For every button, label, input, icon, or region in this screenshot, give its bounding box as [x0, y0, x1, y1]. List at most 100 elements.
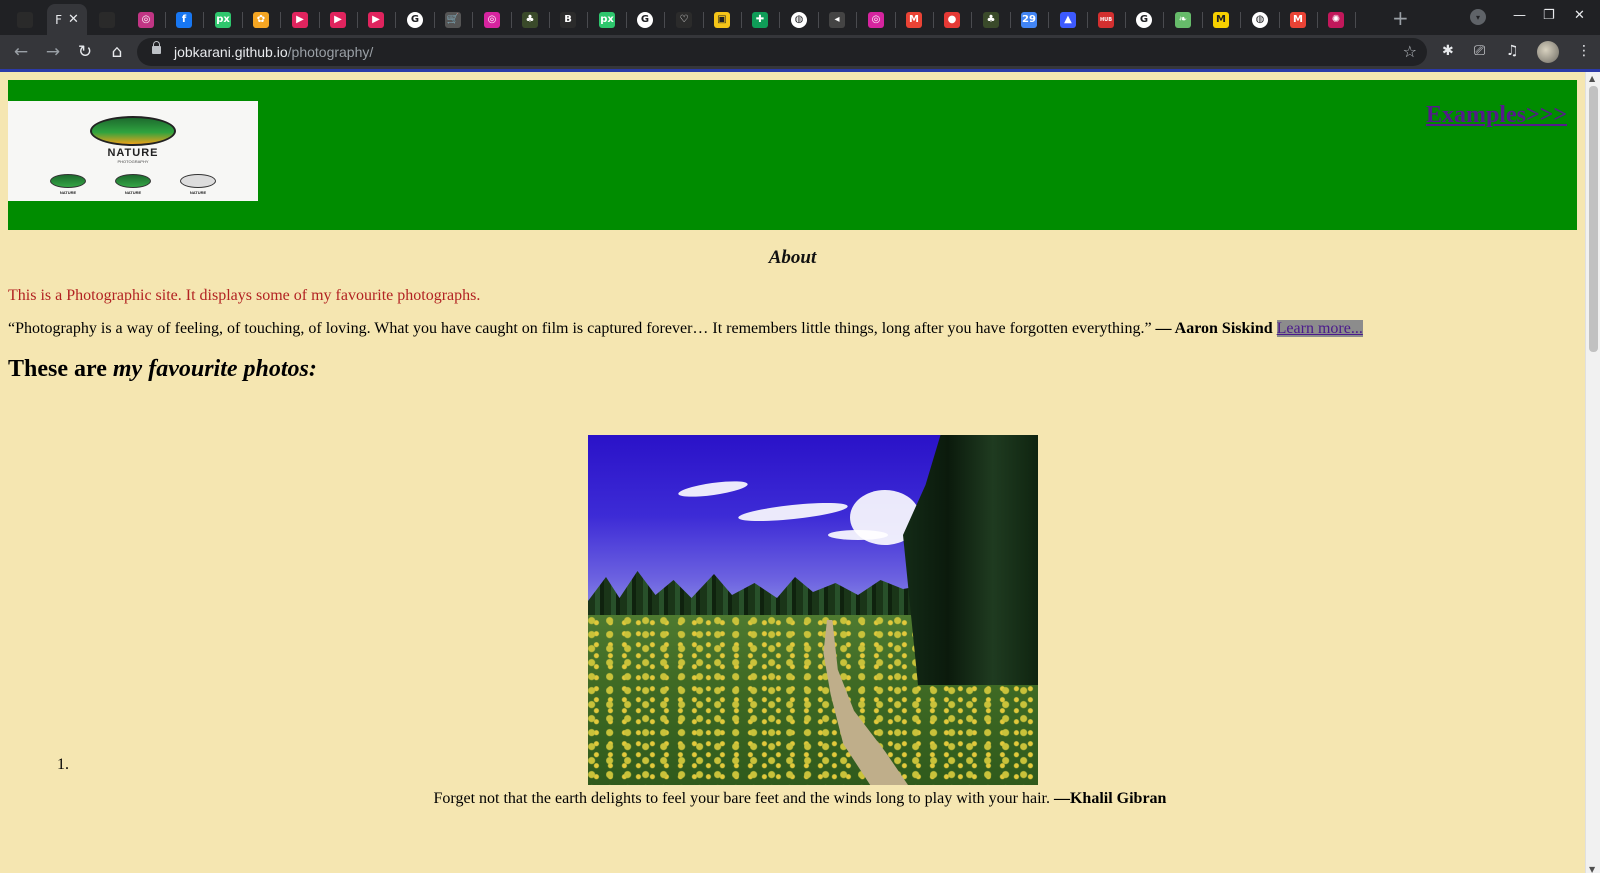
photo-caption: Forget not that the earth delights to fe…	[0, 790, 1600, 808]
tab-google[interactable]: G	[1125, 4, 1164, 35]
tab-gear[interactable]: ✿	[242, 4, 281, 35]
instagram-icon: ◎	[868, 11, 884, 28]
tab-active-title: F	[55, 12, 62, 27]
tab-globe[interactable]: ◍	[1241, 4, 1280, 35]
tab-separator	[1355, 12, 1356, 28]
gear-icon: ✿	[253, 11, 269, 28]
logo-subtitle: PHOTOGRAPHY	[117, 159, 149, 164]
tab-close-icon[interactable]: ✕	[68, 12, 79, 27]
about-heading: About	[768, 247, 817, 268]
minimize-button[interactable]: —	[1513, 8, 1526, 23]
tab-youtube[interactable]: ▶	[357, 4, 396, 35]
mini-logo-label: NATURE	[189, 190, 207, 195]
instagram-icon: ◎	[484, 11, 500, 28]
google-icon: G	[1136, 11, 1152, 28]
tab-heart[interactable]: ♡	[665, 4, 704, 35]
quote-author: — Aaron Siskind	[1155, 320, 1273, 337]
youtube-icon: ▶	[292, 11, 308, 28]
tab-instagram[interactable]: ◎	[857, 4, 896, 35]
caption-author: —Khalil Gibran	[1053, 790, 1167, 807]
quote-paragraph: “Photography is a way of feeling, of tou…	[8, 320, 1363, 338]
tab-hub[interactable]: HUB	[1087, 4, 1126, 35]
url-path: /photography/	[287, 44, 374, 60]
tab-dark[interactable]	[88, 4, 126, 35]
tab-palm[interactable]: ♣	[972, 4, 1011, 35]
tab-speaker[interactable]: ◂	[818, 4, 857, 35]
tab-pinned[interactable]	[6, 4, 44, 35]
tab-pixabay[interactable]: px	[204, 4, 243, 35]
logo-title: NATURE	[107, 147, 159, 159]
youtube-icon: ▶	[330, 11, 346, 28]
tab-facebook[interactable]: f	[165, 4, 204, 35]
settings-icon: ✺	[1328, 11, 1344, 28]
profile-avatar[interactable]	[1537, 41, 1559, 63]
scroll-down-icon[interactable]: ▼	[1589, 865, 1595, 873]
reload-button[interactable]: ↻	[73, 41, 97, 63]
tab-settings[interactable]: ✺	[1317, 4, 1356, 35]
tab-gmail[interactable]: M	[895, 4, 934, 35]
scroll-up-icon[interactable]: ▲	[1589, 74, 1595, 83]
nature-logo: NATURE PHOTOGRAPHY NATURE NATURE NATURE	[8, 101, 258, 201]
heading-italic: my favourite photos:	[112, 356, 317, 382]
gmail-icon: M	[906, 11, 922, 28]
examples-link[interactable]: Examples>>>	[1426, 102, 1567, 129]
browser-menu-icon[interactable]: ⋮	[1577, 43, 1591, 59]
bookmark-star-icon[interactable]: ☆	[1403, 42, 1417, 61]
cast-icon[interactable]: ⎚	[1474, 43, 1485, 59]
google-icon: G	[637, 11, 653, 28]
favourite-photos-heading: These are my favourite photos:	[8, 356, 317, 383]
scrollbar-thumb[interactable]	[1589, 86, 1598, 352]
meadow-photo	[588, 435, 1038, 785]
url-text[interactable]: jobkarani.github.io/photography/	[174, 44, 373, 60]
tab-pixabay[interactable]: px	[588, 4, 627, 35]
close-window-button[interactable]: ✕	[1574, 8, 1585, 23]
tab-record[interactable]: ●	[933, 4, 972, 35]
globe-icon: ◍	[1252, 11, 1268, 28]
page-viewport: NATURE PHOTOGRAPHY NATURE NATURE NATURE …	[0, 69, 1600, 873]
badge-icon: ▣	[714, 11, 730, 28]
tab-google[interactable]: G	[396, 4, 435, 35]
cart-icon: 🛒	[445, 11, 461, 28]
mini-logo-icon	[50, 174, 86, 188]
new-tab-button[interactable]: +	[1392, 6, 1409, 30]
lock-icon[interactable]	[152, 41, 161, 54]
forward-button[interactable]: →	[41, 41, 65, 63]
url-host: jobkarani.github.io	[174, 44, 288, 60]
mini-logo-icon	[115, 174, 151, 188]
palm-icon: ♣	[522, 11, 538, 28]
extensions-icon[interactable]: ✱	[1442, 43, 1454, 59]
tab-search-icon[interactable]: ▾	[1470, 9, 1486, 25]
home-button[interactable]: ⌂	[105, 41, 129, 63]
tab-google[interactable]: G	[626, 4, 665, 35]
tab-globe[interactable]: ◍	[780, 4, 819, 35]
restore-button[interactable]: ❐	[1543, 8, 1555, 23]
speaker-icon: ◂	[829, 11, 845, 28]
palm-icon: ♣	[983, 11, 999, 28]
media-control-icon[interactable]: ♫	[1506, 43, 1519, 59]
tab-instagram[interactable]: ◎	[127, 4, 166, 35]
tab-sheets[interactable]: ✚	[741, 4, 780, 35]
google-icon: G	[407, 11, 423, 28]
back-button[interactable]: ←	[9, 41, 33, 63]
tab-youtube[interactable]: ▶	[319, 4, 358, 35]
tab-bold-b[interactable]: B	[549, 4, 588, 35]
tab-leaf[interactable]: ❧	[1164, 4, 1203, 35]
learn-more-link[interactable]: Learn more...	[1276, 320, 1363, 337]
tab-m-badge[interactable]: M	[1202, 4, 1241, 35]
tab-gmail[interactable]: M	[1279, 4, 1318, 35]
tab-badge[interactable]: ▣	[703, 4, 742, 35]
page-scrollbar[interactable]: ▲ ▼	[1585, 72, 1600, 873]
tab-delta[interactable]: ▲	[1049, 4, 1088, 35]
youtube-icon: ▶	[368, 11, 384, 28]
tab-palm[interactable]: ♣	[511, 4, 550, 35]
tab-cart[interactable]: 🛒	[434, 4, 473, 35]
tab-instagram[interactable]: ◎	[473, 4, 512, 35]
tab-strip: F ✕ ◎ f px ✿ ▶ ▶ ▶ G 🛒 ◎ ♣ Bpx G ♡ ▣ ✚ ◍ ◂ ◎ M ● ♣ 29 ▲ HUB G ❧ M ◍ M…	[0, 0, 1600, 35]
caption-text: Forget not that the earth delights to fe…	[433, 790, 1050, 807]
list-item-number: 1.	[57, 756, 69, 773]
tab-active[interactable]: F ✕	[47, 4, 87, 35]
tab-calendar[interactable]: 29	[1010, 4, 1049, 35]
facebook-icon: f	[176, 11, 192, 28]
tab-youtube[interactable]: ▶	[281, 4, 320, 35]
address-bar[interactable]: jobkarani.github.io/photography/ ☆	[137, 38, 1427, 66]
